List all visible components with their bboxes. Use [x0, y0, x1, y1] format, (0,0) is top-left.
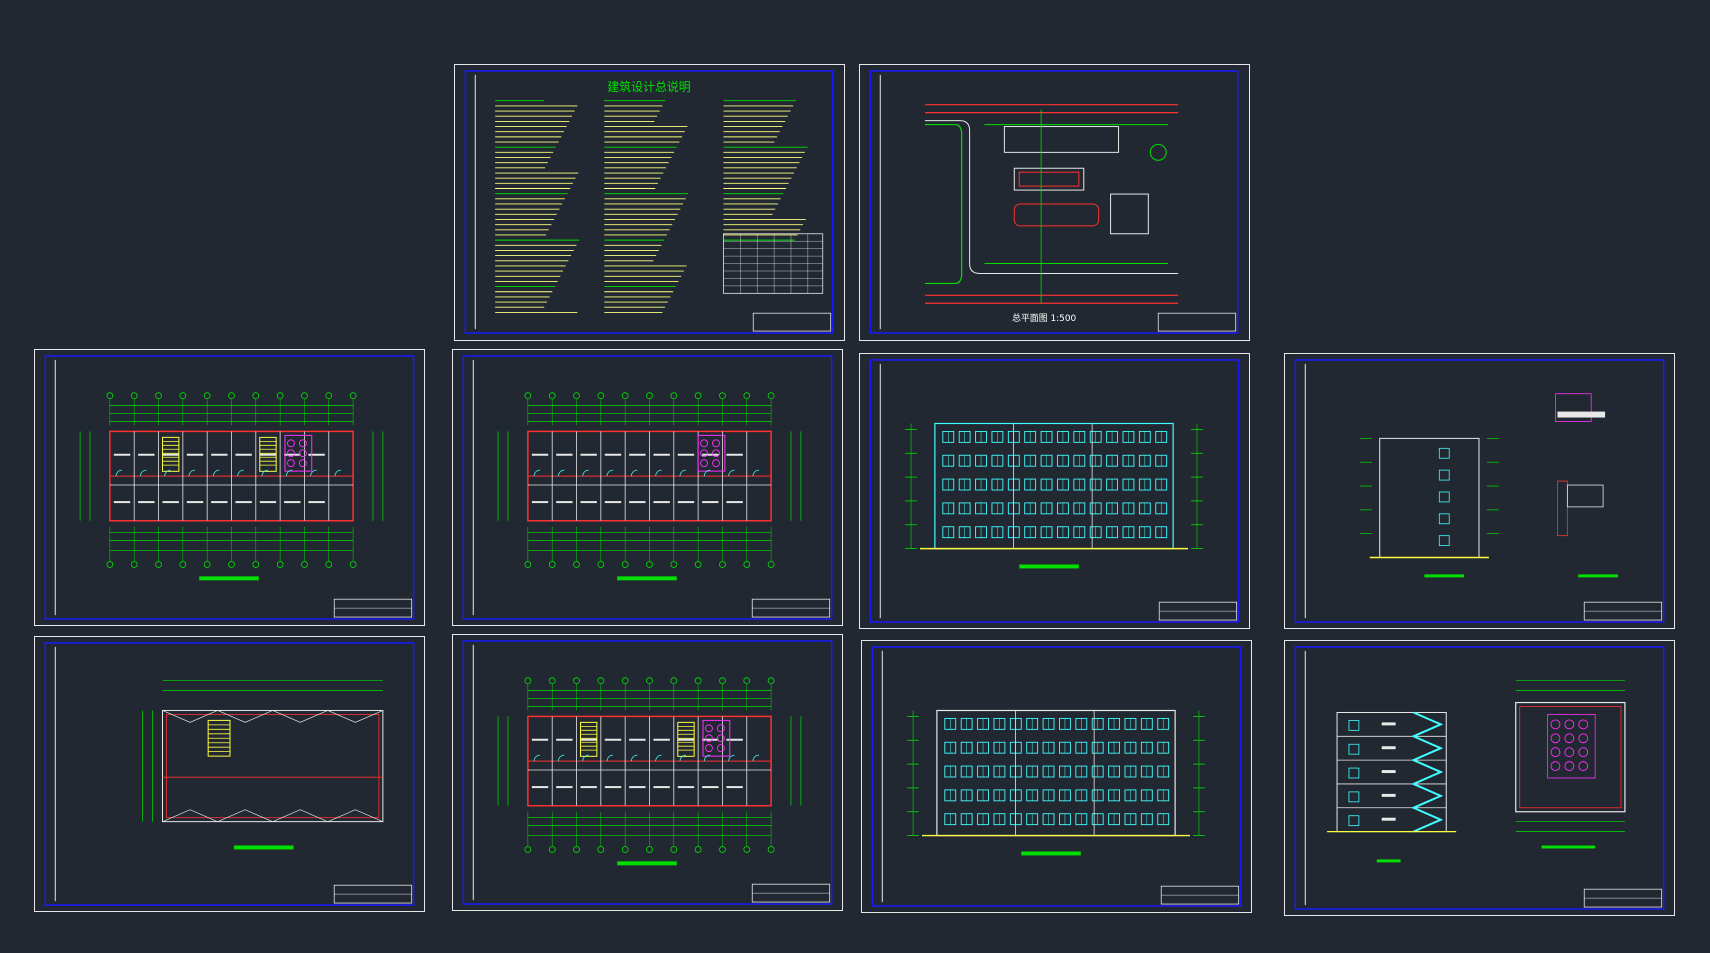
- general-notes-drawing: 建筑设计总说明: [464, 70, 834, 334]
- site-plan-scale-label: 总平面图 1:500: [1012, 312, 1077, 324]
- notes-title: 建筑设计总说明: [607, 80, 690, 94]
- sheet-ground-floor-plan[interactable]: [452, 349, 843, 626]
- sheet-rear-elevation[interactable]: [861, 640, 1252, 913]
- ground-floor-plan-drawing: [462, 355, 833, 620]
- sheet-typical-floor-plan[interactable]: [452, 634, 843, 911]
- typical-floor-plan-drawing: [462, 640, 833, 905]
- rear-elevation-drawing: [871, 646, 1242, 907]
- sheet-general-notes[interactable]: 建筑设计总说明: [454, 64, 845, 341]
- floor-plan-a-drawing: [44, 355, 415, 620]
- roof-plan-drawing: [44, 642, 415, 906]
- sheet-roof-plan[interactable]: [34, 636, 425, 912]
- sheet-site-plan[interactable]: 总平面图 1:500: [859, 64, 1250, 341]
- site-plan-drawing: 总平面图 1:500: [869, 70, 1239, 334]
- side-elevation-details-drawing: [1294, 359, 1665, 623]
- front-elevation-drawing: [869, 359, 1240, 623]
- sheet-section-stair[interactable]: [1284, 640, 1675, 916]
- section-stair-drawing: [1294, 646, 1665, 910]
- sheet-front-elevation[interactable]: [859, 353, 1250, 629]
- sheet-floor-plan-a[interactable]: [34, 349, 425, 626]
- sheet-side-elevation-details[interactable]: [1284, 353, 1675, 629]
- cad-drawing-canvas[interactable]: 建筑设计总说明 总平面图 1:500: [0, 0, 1710, 953]
